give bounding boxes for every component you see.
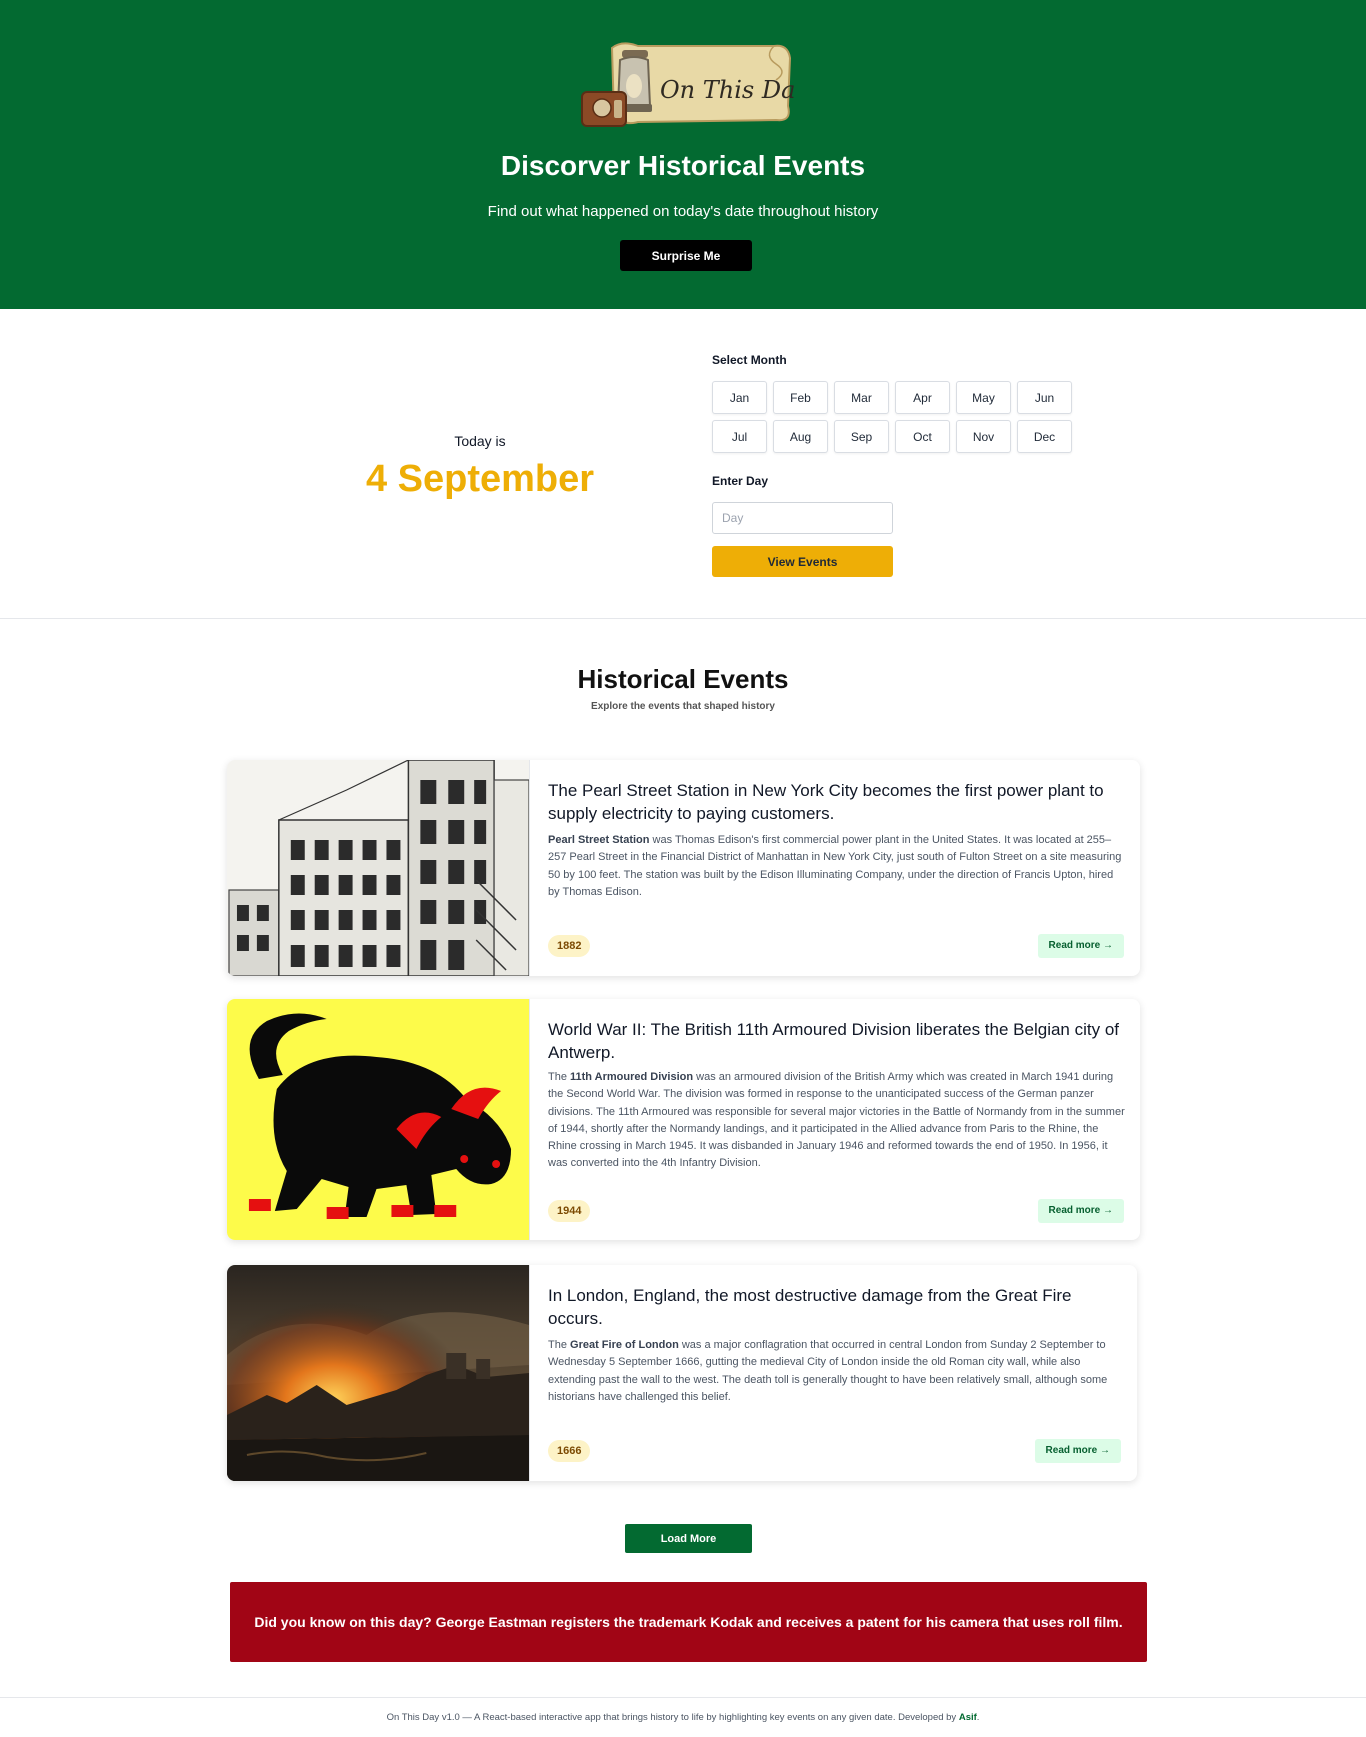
event-card-body: The Pearl Street Station in New York Cit… xyxy=(548,760,1126,976)
hero-subtitle: Find out what happened on today's date t… xyxy=(487,203,879,220)
year-badge: 1882 xyxy=(548,935,591,957)
event-title: World War II: The British 11th Armoured … xyxy=(548,1020,1120,1062)
event-description: The Great Fire of London was a major con… xyxy=(548,1339,1108,1403)
month-button-mar[interactable]: Mar xyxy=(834,381,889,414)
great-fire-painting-image xyxy=(227,1265,530,1481)
footer-end: . xyxy=(976,1712,980,1723)
today-label: Today is xyxy=(454,433,506,449)
select-month-label: Select Month xyxy=(712,353,787,367)
month-button-apr[interactable]: Apr xyxy=(895,381,950,414)
event-description: Pearl Street Station was Thomas Edison's… xyxy=(548,834,1122,898)
footer: On This Day v1.0 — A React-based interac… xyxy=(0,1712,1366,1723)
hero-banner: On This Day Discorver Historical Events … xyxy=(0,0,1366,309)
surprise-me-button[interactable]: Surprise Me xyxy=(620,240,752,271)
events-title: Historical Events xyxy=(577,664,789,694)
day-input[interactable] xyxy=(712,502,893,534)
footer-text: On This Day v1.0 — A React-based interac… xyxy=(386,1712,959,1723)
event-card-body: World War II: The British 11th Armoured … xyxy=(548,999,1126,1240)
event-title: In London, England, the most destructive… xyxy=(548,1286,1072,1328)
month-grid: Jan Feb Mar Apr May Jun Jul Aug Sep Oct … xyxy=(712,381,1072,453)
today-date: 4 September xyxy=(365,458,595,500)
event-card: In London, England, the most destructive… xyxy=(227,1265,1137,1481)
did-you-know-banner: Did you know on this day? George Eastman… xyxy=(230,1582,1147,1662)
building-sketch-image xyxy=(227,760,530,976)
event-card-body: In London, England, the most destructive… xyxy=(548,1265,1123,1481)
month-button-oct[interactable]: Oct xyxy=(895,420,950,453)
load-more-button[interactable]: Load More xyxy=(625,1524,752,1553)
read-more-link[interactable]: Read more → xyxy=(1037,934,1124,958)
event-card: World War II: The British 11th Armoured … xyxy=(227,999,1140,1240)
enter-day-label: Enter Day xyxy=(712,474,769,488)
month-button-jul[interactable]: Jul xyxy=(712,420,767,453)
month-button-jun[interactable]: Jun xyxy=(1017,381,1072,414)
event-description: The 11th Armoured Division was an armour… xyxy=(548,1071,1125,1170)
month-button-nov[interactable]: Nov xyxy=(956,420,1011,453)
month-button-dec[interactable]: Dec xyxy=(1017,420,1072,453)
year-badge: 1666 xyxy=(548,1440,591,1462)
events-subtitle: Explore the events that shaped history xyxy=(591,701,775,712)
event-card: The Pearl Street Station in New York Cit… xyxy=(227,760,1140,976)
read-more-link[interactable]: Read more → xyxy=(1037,1199,1124,1223)
month-button-jan[interactable]: Jan xyxy=(712,381,767,414)
event-title: The Pearl Street Station in New York Cit… xyxy=(548,781,1104,823)
month-button-aug[interactable]: Aug xyxy=(773,420,828,453)
hero-title: Discorver Historical Events xyxy=(500,150,866,181)
section-divider xyxy=(0,618,1366,619)
year-badge: 1944 xyxy=(548,1200,591,1222)
on-this-day-logo: On This Day xyxy=(581,42,794,127)
author-link[interactable]: Asif xyxy=(959,1712,977,1723)
month-button-may[interactable]: May xyxy=(956,381,1011,414)
month-button-sep[interactable]: Sep xyxy=(834,420,889,453)
black-bull-insignia-image xyxy=(227,999,530,1240)
month-button-feb[interactable]: Feb xyxy=(773,381,828,414)
footer-divider xyxy=(0,1697,1366,1698)
svg-text:On This Day: On This Day xyxy=(660,76,794,104)
read-more-link[interactable]: Read more → xyxy=(1034,1439,1121,1463)
view-events-button[interactable]: View Events xyxy=(712,546,893,577)
